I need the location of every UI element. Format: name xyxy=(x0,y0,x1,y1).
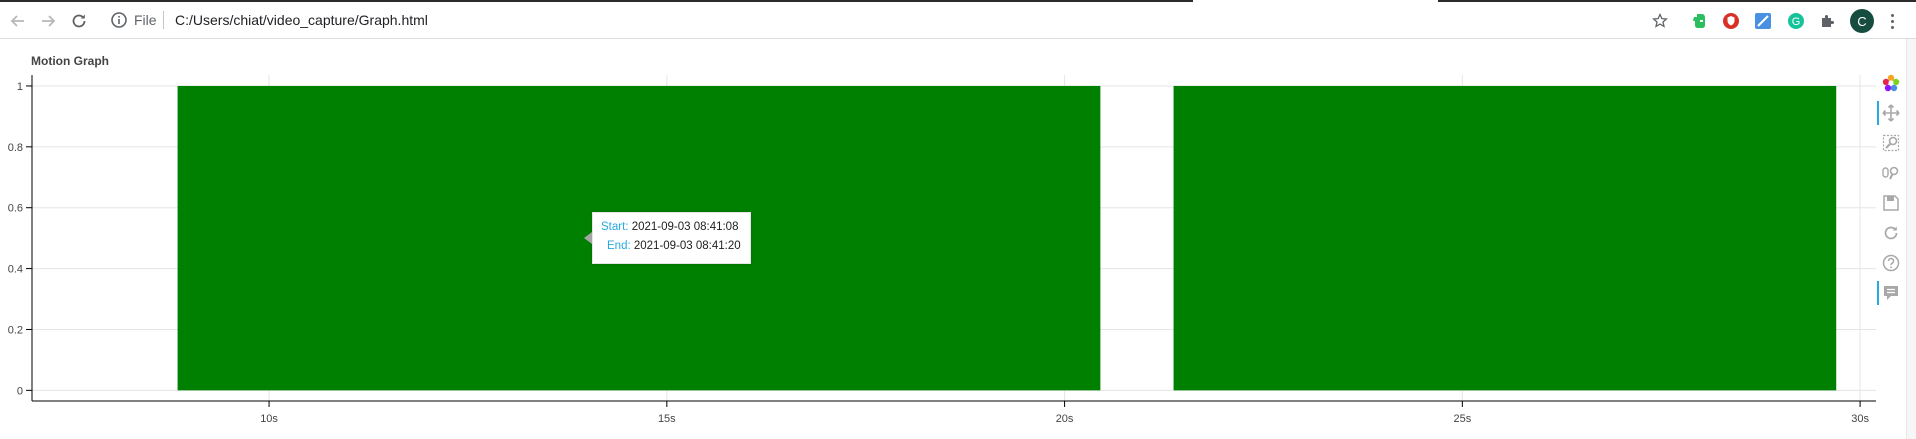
tooltip-end-value: 2021-09-03 08:41:20 xyxy=(633,240,741,252)
box-zoom-icon[interactable] xyxy=(1879,131,1903,155)
y-tick-label: 0.4 xyxy=(8,264,23,276)
y-tick-label: 0 xyxy=(17,385,23,397)
x-tick-label: 10s xyxy=(260,413,278,425)
bokeh-logo-icon[interactable] xyxy=(1879,71,1903,95)
y-tick-label: 0.6 xyxy=(8,203,23,215)
y-tick-label: 0.8 xyxy=(8,142,23,154)
x-tick-label: 20s xyxy=(1056,413,1074,425)
plot-canvas[interactable]: 10s 15s 20s 25s 30s 0 0.2 0.4 0.6 0.8 1 xyxy=(0,0,1916,439)
tooltip-pointer xyxy=(584,232,592,244)
y-tick-label: 1 xyxy=(17,81,23,93)
y-tick-label: 0.2 xyxy=(8,324,23,336)
tooltip-start-label: Start: xyxy=(601,221,629,233)
x-tick-label: 15s xyxy=(658,413,676,425)
hover-icon[interactable] xyxy=(1877,281,1903,305)
pan-icon[interactable] xyxy=(1877,101,1903,125)
x-tick-label: 30s xyxy=(1851,413,1869,425)
tooltip-start-value: 2021-09-03 08:41:08 xyxy=(631,221,739,233)
motion-bar xyxy=(1173,85,1837,391)
wheel-zoom-icon[interactable] xyxy=(1879,161,1903,185)
hover-tooltip: Start: 2021-09-03 08:41:08 End: 2021-09-… xyxy=(584,212,751,264)
reset-icon[interactable] xyxy=(1879,221,1903,245)
bars-layer xyxy=(177,85,1837,391)
help-icon[interactable] xyxy=(1879,251,1903,275)
page-scrollbar[interactable] xyxy=(1906,39,1916,439)
tooltip-end-label: End: xyxy=(607,240,631,252)
save-icon[interactable] xyxy=(1879,191,1903,215)
x-tick-label: 25s xyxy=(1453,413,1471,425)
